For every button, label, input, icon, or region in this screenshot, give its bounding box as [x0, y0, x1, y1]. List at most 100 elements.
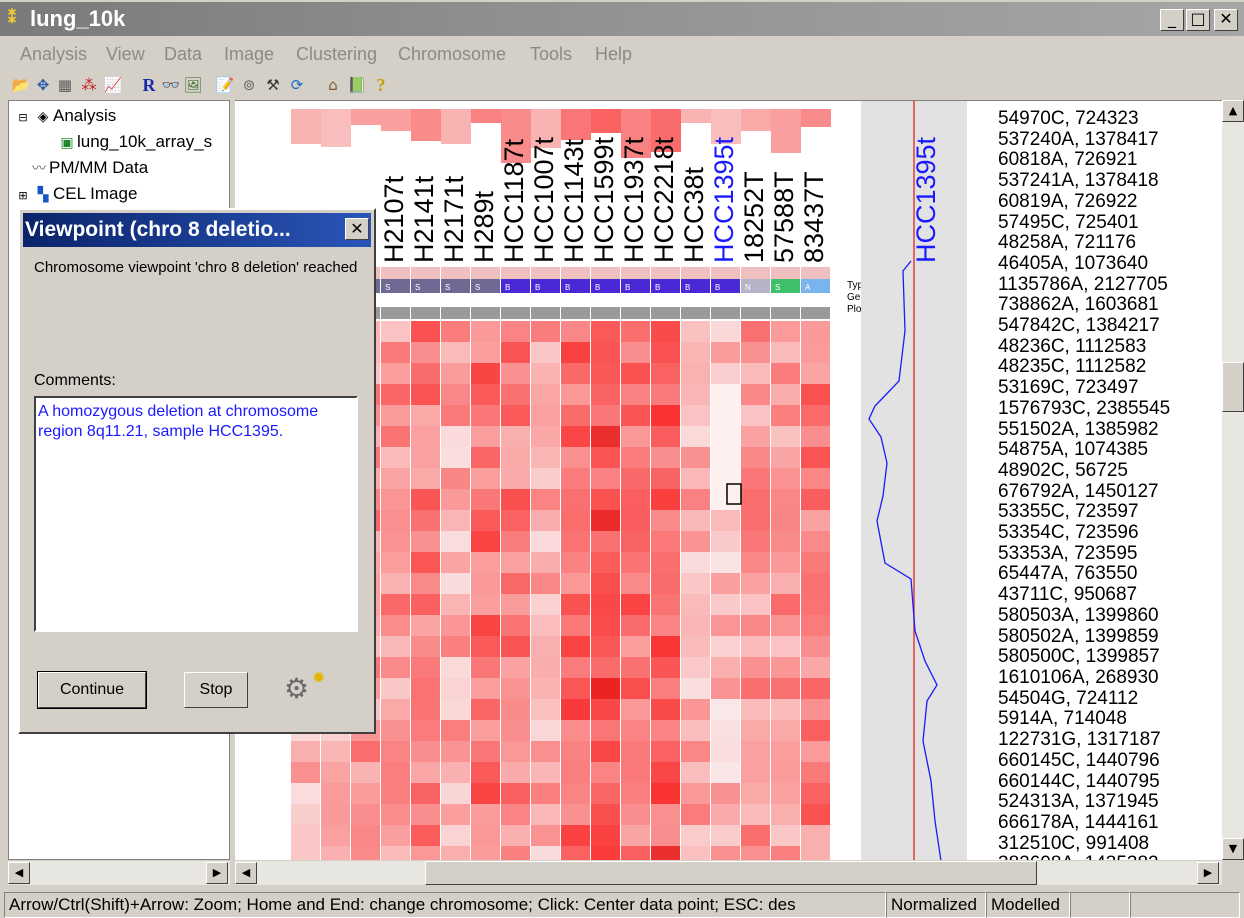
- heat-cell[interactable]: [411, 489, 440, 510]
- heat-cell[interactable]: [411, 678, 440, 699]
- heat-cell[interactable]: [711, 405, 740, 426]
- heat-cell[interactable]: [621, 615, 650, 636]
- heat-cell[interactable]: [711, 531, 740, 552]
- heat-cell[interactable]: [741, 468, 770, 489]
- heat-cell[interactable]: [681, 489, 710, 510]
- heat-cell[interactable]: [531, 783, 560, 804]
- heat-cell[interactable]: [771, 741, 800, 762]
- vertical-scroll-thumb[interactable]: [1222, 362, 1244, 412]
- heat-cell[interactable]: [681, 363, 710, 384]
- heat-cell[interactable]: [741, 447, 770, 468]
- heat-cell[interactable]: [741, 636, 770, 657]
- heat-cell[interactable]: [741, 531, 770, 552]
- heat-cell[interactable]: [531, 342, 560, 363]
- heat-cell[interactable]: [531, 804, 560, 825]
- heat-cell[interactable]: [381, 342, 410, 363]
- heat-cell[interactable]: [381, 552, 410, 573]
- heat-cell[interactable]: [801, 384, 830, 405]
- column-label[interactable]: HCC1599t: [589, 136, 619, 263]
- heat-cell[interactable]: [531, 426, 560, 447]
- heat-cell[interactable]: [561, 447, 590, 468]
- heat-cell[interactable]: [591, 804, 620, 825]
- heat-cell[interactable]: [741, 405, 770, 426]
- heat-cell[interactable]: [681, 783, 710, 804]
- heat-cell[interactable]: [621, 657, 650, 678]
- heat-cell[interactable]: [411, 531, 440, 552]
- heat-cell[interactable]: [561, 720, 590, 741]
- heat-cell[interactable]: [501, 405, 530, 426]
- heat-cell[interactable]: [561, 615, 590, 636]
- heat-cell[interactable]: [621, 447, 650, 468]
- heat-cell[interactable]: [531, 468, 560, 489]
- probe-item[interactable]: 660145C, 1440796: [998, 750, 1230, 772]
- heat-cell[interactable]: [591, 594, 620, 615]
- heat-cell[interactable]: [591, 636, 620, 657]
- probe-item[interactable]: 122731G, 1317187: [998, 729, 1230, 751]
- probe-item[interactable]: 46405A, 1073640: [998, 253, 1230, 275]
- heat-cell[interactable]: [321, 783, 350, 804]
- heat-cell[interactable]: [411, 384, 440, 405]
- heat-cell[interactable]: [801, 405, 830, 426]
- heat-cell[interactable]: [711, 594, 740, 615]
- heat-cell[interactable]: [621, 741, 650, 762]
- heat-cell[interactable]: [621, 573, 650, 594]
- heat-cell[interactable]: [621, 405, 650, 426]
- probe-item[interactable]: 382608A, 1435382: [998, 854, 1230, 860]
- heat-cell[interactable]: [681, 342, 710, 363]
- scroll-up-icon[interactable]: ▲: [1222, 100, 1244, 122]
- heat-cell[interactable]: [591, 762, 620, 783]
- heat-cell[interactable]: [681, 573, 710, 594]
- heat-cell[interactable]: [441, 531, 470, 552]
- heat-cell[interactable]: [471, 384, 500, 405]
- heat-cell[interactable]: [381, 678, 410, 699]
- heat-cell[interactable]: [651, 678, 680, 699]
- heat-cell[interactable]: [771, 699, 800, 720]
- heat-cell[interactable]: [591, 321, 620, 342]
- heat-cell[interactable]: [711, 741, 740, 762]
- heat-cell[interactable]: [621, 531, 650, 552]
- heat-cell[interactable]: [381, 426, 410, 447]
- heat-cell[interactable]: [651, 762, 680, 783]
- heat-cell[interactable]: [501, 489, 530, 510]
- continue-button[interactable]: Continue: [37, 671, 147, 709]
- heat-cell[interactable]: [741, 825, 770, 846]
- heat-cell[interactable]: [681, 804, 710, 825]
- column-label[interactable]: HCC1395t: [709, 136, 739, 263]
- heat-cell[interactable]: [561, 342, 590, 363]
- chromosome-view[interactable]: 48t95t8tH2107tH2141tH2171tH289tHCC1187tH…: [235, 100, 1244, 860]
- heat-cell[interactable]: [561, 552, 590, 573]
- heat-cell[interactable]: [741, 573, 770, 594]
- heat-cell[interactable]: [771, 342, 800, 363]
- heat-cell[interactable]: [471, 699, 500, 720]
- heat-cell[interactable]: [501, 615, 530, 636]
- heat-cell[interactable]: [351, 804, 380, 825]
- probe-item[interactable]: 312510C, 991408: [998, 833, 1230, 855]
- heat-cell[interactable]: [771, 468, 800, 489]
- book-icon[interactable]: 📗: [346, 74, 368, 96]
- heat-cell[interactable]: [411, 720, 440, 741]
- help-icon[interactable]: ?: [370, 74, 392, 96]
- heat-cell[interactable]: [411, 741, 440, 762]
- probe-item[interactable]: 666178A, 1444161: [998, 812, 1230, 834]
- heat-cell[interactable]: [591, 468, 620, 489]
- heat-cell[interactable]: [771, 321, 800, 342]
- heat-cell[interactable]: [801, 615, 830, 636]
- probe-item[interactable]: 580503A, 1399860: [998, 605, 1230, 627]
- heat-cell[interactable]: [681, 657, 710, 678]
- heat-cell[interactable]: [651, 447, 680, 468]
- heat-cell[interactable]: [651, 468, 680, 489]
- heat-cell[interactable]: [591, 573, 620, 594]
- heat-cell[interactable]: [561, 825, 590, 846]
- heat-cell[interactable]: [531, 657, 560, 678]
- heat-cell[interactable]: [621, 363, 650, 384]
- heat-cell[interactable]: [471, 468, 500, 489]
- heat-cell[interactable]: [651, 699, 680, 720]
- heat-cell[interactable]: [351, 846, 380, 860]
- heat-cell[interactable]: [801, 657, 830, 678]
- heat-cell[interactable]: [741, 489, 770, 510]
- open-folder-icon[interactable]: 📂: [10, 74, 32, 96]
- column-label[interactable]: HCC1937t: [619, 136, 649, 263]
- heat-cell[interactable]: [591, 657, 620, 678]
- probe-item[interactable]: 537241A, 1378418: [998, 170, 1230, 192]
- heat-cell[interactable]: [741, 783, 770, 804]
